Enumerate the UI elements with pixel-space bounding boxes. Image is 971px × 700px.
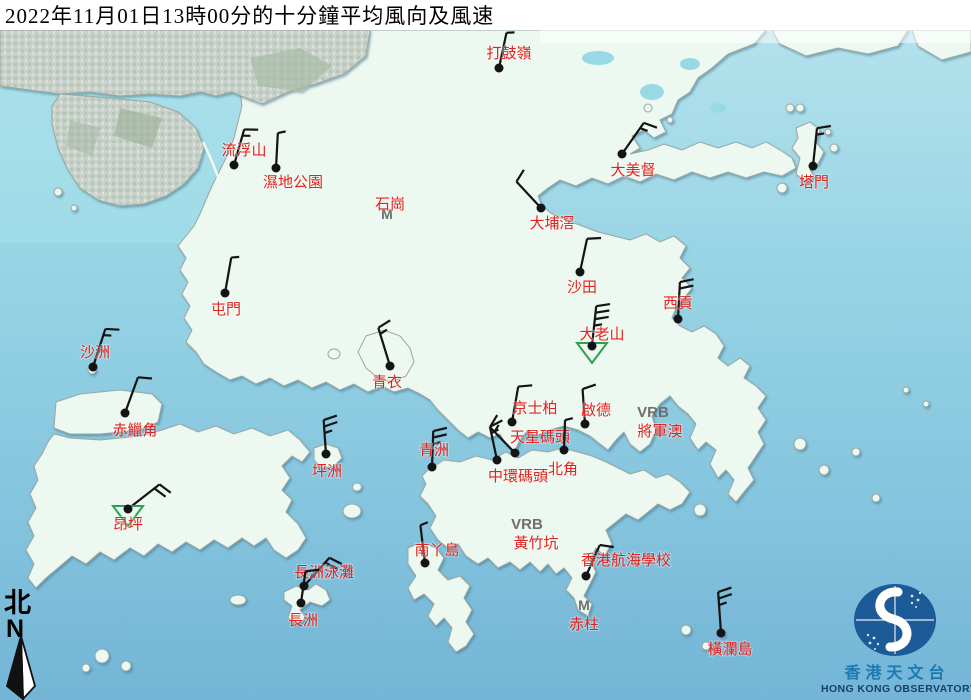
title-bar: 2022年11月01日13時00分的十分鐘平均風向及風速: [0, 0, 971, 30]
wind-barb-tick: [231, 257, 239, 258]
hong-kong-map: 打鼓嶺流浮山濕地公園 M 石崗 大美督塔門大埔滘沙田西貢大老山京士柏 啟德 VRB 將軍澳 天…: [0, 0, 971, 700]
station-dot: [221, 289, 230, 298]
station-label: 西貢: [663, 296, 693, 312]
station-label: 青衣: [372, 374, 402, 391]
station-label: 天星碼頭: [510, 429, 570, 446]
station-dot: [511, 449, 520, 458]
variable-wind-marker: VRB: [511, 516, 543, 533]
station-dot: [537, 204, 546, 213]
station-label: 黃竹坑: [513, 535, 558, 552]
station-dot: [230, 161, 239, 170]
station-dot: [618, 150, 627, 159]
hko-logo-name-zh: 香港天文台: [843, 663, 949, 682]
station-dot: [493, 456, 502, 465]
station-label: 大老山: [579, 326, 624, 343]
station-label: 沙田: [567, 280, 597, 296]
station-label: 大美督: [610, 162, 655, 179]
station-label: 赤柱: [569, 616, 599, 633]
station-dot: [428, 463, 437, 472]
station-label: 赤鱲角: [112, 422, 157, 439]
station-label: 啟德: [581, 401, 611, 419]
station-dot: [674, 315, 683, 324]
compass-north-zh: 北: [4, 588, 31, 618]
station-dot: [121, 409, 130, 418]
station-label: 坪洲: [312, 463, 342, 480]
station-label: 青洲: [419, 442, 449, 459]
station-dot: [124, 505, 133, 514]
station-dot: [89, 363, 98, 372]
ma-wan-islet: [328, 349, 340, 359]
station-label: 橫瀾島: [707, 641, 752, 658]
station-label: 長洲泳灘: [294, 564, 354, 581]
station-dot: [581, 420, 590, 429]
wind-barb-tick: [138, 377, 152, 378]
station-dot: [421, 559, 430, 568]
shek-kwu-chau-islet: [230, 595, 246, 605]
station-label: 沙洲: [80, 345, 110, 361]
wind-barb-tick: [105, 329, 119, 330]
station-label: 香港航海學校: [581, 551, 671, 569]
station-label: 北角: [548, 461, 578, 478]
missing-data-marker: M: [578, 597, 590, 613]
wind-map-screen: 打鼓嶺流浮山濕地公園 M 石崗 大美督塔門大埔滘沙田西貢大老山京士柏 啟德 VRB 將軍澳 天…: [0, 0, 971, 700]
station-dot: [272, 164, 281, 173]
station-dot: [717, 629, 726, 638]
station-label: 塔門: [799, 174, 829, 191]
station-label: 屯門: [211, 301, 241, 318]
hko-logo-name-en: HONG KONG OBSERVATORY: [821, 683, 971, 695]
station-label: 濕地公園: [263, 174, 323, 191]
station-label: 南丫島: [414, 542, 459, 559]
hei-ling-chau-islet: [343, 504, 361, 518]
wind-barb-tick: [594, 324, 602, 325]
station-label: 打鼓嶺: [486, 45, 531, 62]
station-label: 京士柏: [512, 400, 557, 417]
station-dot: [508, 418, 517, 427]
station-dot: [386, 362, 395, 371]
station-label: 長洲: [288, 613, 318, 629]
station-label: 大埔滘: [529, 215, 574, 232]
station-label: 石崗: [375, 196, 405, 213]
wind-barb-tick: [587, 238, 601, 239]
station-dot: [809, 162, 818, 171]
station-label: 流浮山: [221, 142, 266, 159]
station-label: 將軍澳: [637, 423, 682, 440]
station-label: 昂坪: [113, 516, 143, 533]
wind-barb-tick: [518, 385, 532, 386]
wind-barb-tick: [816, 133, 824, 134]
station-label: 中環碼頭: [488, 468, 548, 485]
station-dot: [495, 64, 504, 73]
station-dot: [560, 446, 569, 455]
station-dot: [582, 572, 591, 581]
station-dot: [297, 599, 306, 608]
station-dot: [576, 268, 585, 277]
map-title: 2022年11月01日13時00分的十分鐘平均風向及風速: [0, 0, 494, 30]
sunshine-islet: [353, 483, 362, 491]
title-haze-strip: [540, 30, 971, 43]
variable-wind-marker: VRB: [637, 404, 669, 421]
station-dot: [322, 450, 331, 459]
